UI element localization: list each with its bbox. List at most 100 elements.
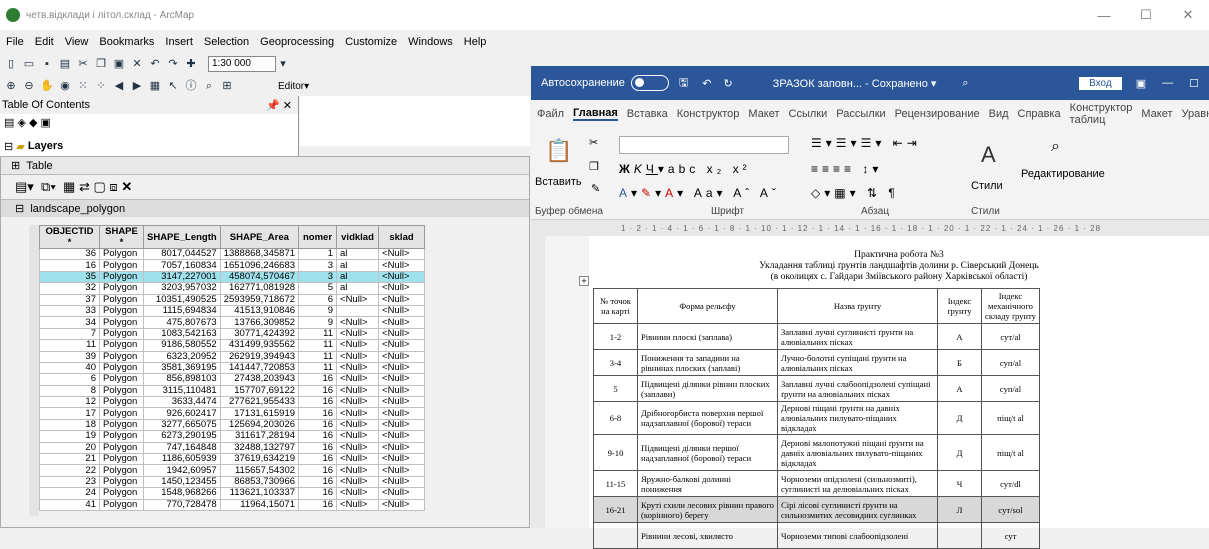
menu-edit[interactable]: Edit bbox=[35, 36, 54, 48]
table-cell[interactable]: 16 bbox=[298, 464, 338, 477]
paste-icon[interactable]: 📋 bbox=[545, 138, 572, 164]
copy-icon[interactable]: ❐ bbox=[94, 57, 108, 71]
ribbon-tab[interactable]: Вид bbox=[989, 108, 1009, 120]
copy-icon[interactable]: ❐ bbox=[589, 160, 599, 173]
table-cell[interactable]: Polygon bbox=[99, 282, 144, 295]
table-cell[interactable]: <Null> bbox=[336, 361, 380, 375]
delete-icon[interactable]: ✕ bbox=[130, 57, 144, 71]
table-cell[interactable]: Polygon bbox=[99, 270, 144, 284]
measure-icon[interactable]: ⊞ bbox=[220, 79, 234, 93]
add-data-icon[interactable]: ✚ bbox=[184, 57, 198, 71]
table-cell[interactable]: Polygon bbox=[99, 350, 144, 363]
table-cell[interactable]: <Null> bbox=[378, 373, 426, 386]
doc-cell[interactable]: 1-2 bbox=[593, 323, 638, 350]
ribbon-tab[interactable]: Конструктор таблиц bbox=[1070, 102, 1133, 126]
table-cell[interactable]: <Null> bbox=[336, 418, 380, 432]
table-cell[interactable]: <Null> bbox=[378, 293, 426, 306]
fixed-zoom-out-icon[interactable]: ⁘ bbox=[94, 79, 108, 93]
doc-cell[interactable]: 5 bbox=[593, 375, 638, 402]
find-icon[interactable]: ⌕ bbox=[202, 79, 216, 93]
shading-buttons[interactable]: ◇▾▦▾ ⇅ ¶ bbox=[811, 186, 899, 200]
table-cell[interactable]: 10351,490525 bbox=[143, 293, 221, 306]
table-cell[interactable]: Polygon bbox=[99, 430, 144, 443]
menu-selection[interactable]: Selection bbox=[204, 36, 249, 48]
expand-icon[interactable]: ⊞ bbox=[11, 159, 20, 172]
doc-cell[interactable]: Чорноземи опідзолені (сильнозмиті), сугл… bbox=[777, 470, 938, 497]
table-cell[interactable]: Polygon bbox=[99, 396, 144, 409]
table-row[interactable]: 40 Polygon 3581,369195 141447,720853 11 <Null… bbox=[39, 361, 426, 375]
table-cell[interactable]: <Null> bbox=[378, 259, 426, 272]
save-icon[interactable]: ▪ bbox=[40, 57, 54, 71]
table-row[interactable]: 41 Polygon 770,728478 11964,15071 16 <Null> <N… bbox=[39, 498, 426, 512]
table-cell[interactable]: Polygon bbox=[99, 259, 144, 272]
zoom-out-icon[interactable]: ⊖ bbox=[22, 79, 36, 93]
paste-icon[interactable]: ▣ bbox=[112, 57, 126, 71]
doc-cell[interactable]: Заплавні лучні слабоопідзолені супіщані … bbox=[777, 375, 938, 402]
column-header[interactable]: sklad bbox=[378, 225, 426, 249]
table-cell[interactable]: 32488,132797 bbox=[219, 441, 300, 455]
table-cell[interactable]: <Null> bbox=[336, 498, 380, 512]
undo-icon[interactable]: ↶ bbox=[148, 57, 162, 71]
menu-view[interactable]: View bbox=[65, 36, 89, 48]
table-cell[interactable]: <Null> bbox=[378, 304, 426, 318]
column-header[interactable]: SHAPE_Length bbox=[143, 225, 221, 249]
map-view[interactable] bbox=[300, 96, 530, 146]
menu-windows[interactable]: Windows bbox=[408, 36, 453, 48]
table-cell[interactable]: <Null> bbox=[378, 316, 426, 329]
table-cell[interactable]: Polygon bbox=[99, 361, 144, 375]
table-cell[interactable]: 11 bbox=[298, 361, 338, 375]
table-cell[interactable]: <Null> bbox=[336, 373, 380, 386]
table-cell[interactable]: 41 bbox=[39, 498, 100, 512]
table-cell[interactable]: 16 bbox=[298, 407, 338, 420]
table-cell[interactable]: 926,602417 bbox=[143, 407, 221, 420]
table-row[interactable]: 39 Polygon 6323,20952 262919,394943 11 <Null>… bbox=[39, 350, 426, 363]
table-cell[interactable]: 2593959,718672 bbox=[219, 293, 300, 306]
doc-table-row[interactable]: 3-4 Пониження та западини на рівнинах пло… bbox=[593, 349, 1040, 376]
table-cell[interactable]: <Null> bbox=[378, 327, 426, 341]
paste-button[interactable]: Вставить bbox=[535, 176, 582, 188]
table-cell[interactable]: 431499,935562 bbox=[219, 339, 300, 352]
table-row[interactable]: 21 Polygon 1186,605939 37619,634219 16 <Null>… bbox=[39, 453, 426, 466]
table-row[interactable]: 12 Polygon 3633,4474 277621,955433 16 <Null> <… bbox=[39, 396, 426, 409]
table-cell[interactable]: 1450,123455 bbox=[143, 475, 221, 489]
table-cell[interactable]: 37619,634219 bbox=[219, 453, 300, 466]
ribbon-display-icon[interactable]: ▣ bbox=[1136, 77, 1146, 90]
expand-icon[interactable]: ⊟ bbox=[15, 202, 24, 215]
table-cell[interactable]: <Null> bbox=[336, 453, 380, 466]
table-cell[interactable]: 12 bbox=[39, 396, 100, 409]
table-cell[interactable]: 6323,20952 bbox=[143, 350, 221, 363]
doc-cell[interactable]: сут bbox=[981, 522, 1040, 549]
full-extent-icon[interactable]: ◉ bbox=[58, 79, 72, 93]
doc-cell[interactable]: Л bbox=[937, 496, 982, 523]
zoom-in-icon[interactable]: ⊕ bbox=[4, 79, 18, 93]
table-cell[interactable]: 21 bbox=[39, 453, 100, 466]
doc-cell[interactable]: Лучно-болотні супіщані ґрунти на алювіал… bbox=[777, 349, 938, 376]
identify-icon[interactable]: ⓘ bbox=[184, 79, 198, 93]
table-cell[interactable]: <Null> bbox=[336, 384, 380, 398]
table-row[interactable]: 19 Polygon 6273,290195 311617,28194 16 <Null>… bbox=[39, 430, 426, 443]
menu-help[interactable]: Help bbox=[464, 36, 487, 48]
table-cell[interactable]: 35 bbox=[39, 270, 100, 284]
table-cell[interactable]: 115657,54302 bbox=[219, 464, 300, 477]
open-icon[interactable]: ▭ bbox=[22, 57, 36, 71]
table-cell[interactable]: <Null> bbox=[336, 293, 380, 306]
table-row[interactable]: 7 Polygon 1083,542163 30771,424392 11 <Null> <… bbox=[39, 327, 426, 341]
table-row[interactable]: 17 Polygon 926,602417 17131,615919 16 <Null> <… bbox=[39, 407, 426, 420]
table-cell[interactable]: 7 bbox=[39, 327, 100, 341]
alignment-buttons[interactable]: ≡≡≡≡ ↕▾ bbox=[811, 162, 882, 176]
table-cell[interactable]: Polygon bbox=[99, 293, 144, 306]
pan-icon[interactable]: ✋ bbox=[40, 79, 54, 93]
table-cell[interactable]: <Null> bbox=[378, 475, 426, 489]
doc-cell[interactable]: Рівнини лесові, хвилясто bbox=[637, 522, 778, 549]
ribbon-tab[interactable]: Файл bbox=[537, 108, 564, 120]
table-cell[interactable]: 16 bbox=[298, 475, 338, 489]
doc-cell[interactable]: сут/dl bbox=[981, 470, 1040, 497]
maximize-button[interactable]: ☐ bbox=[1125, 0, 1167, 30]
doc-cell[interactable]: A bbox=[937, 323, 982, 350]
table-cell[interactable]: <Null> bbox=[378, 430, 426, 443]
ribbon-tab[interactable]: Рецензирование bbox=[895, 108, 980, 120]
doc-cell[interactable]: 3-4 bbox=[593, 349, 638, 376]
table-cell[interactable]: 39 bbox=[39, 350, 100, 363]
table-row[interactable]: 6 Polygon 856,898103 27438,203943 16 <Null> <N… bbox=[39, 373, 426, 386]
table-cell[interactable]: 24 bbox=[39, 487, 100, 500]
